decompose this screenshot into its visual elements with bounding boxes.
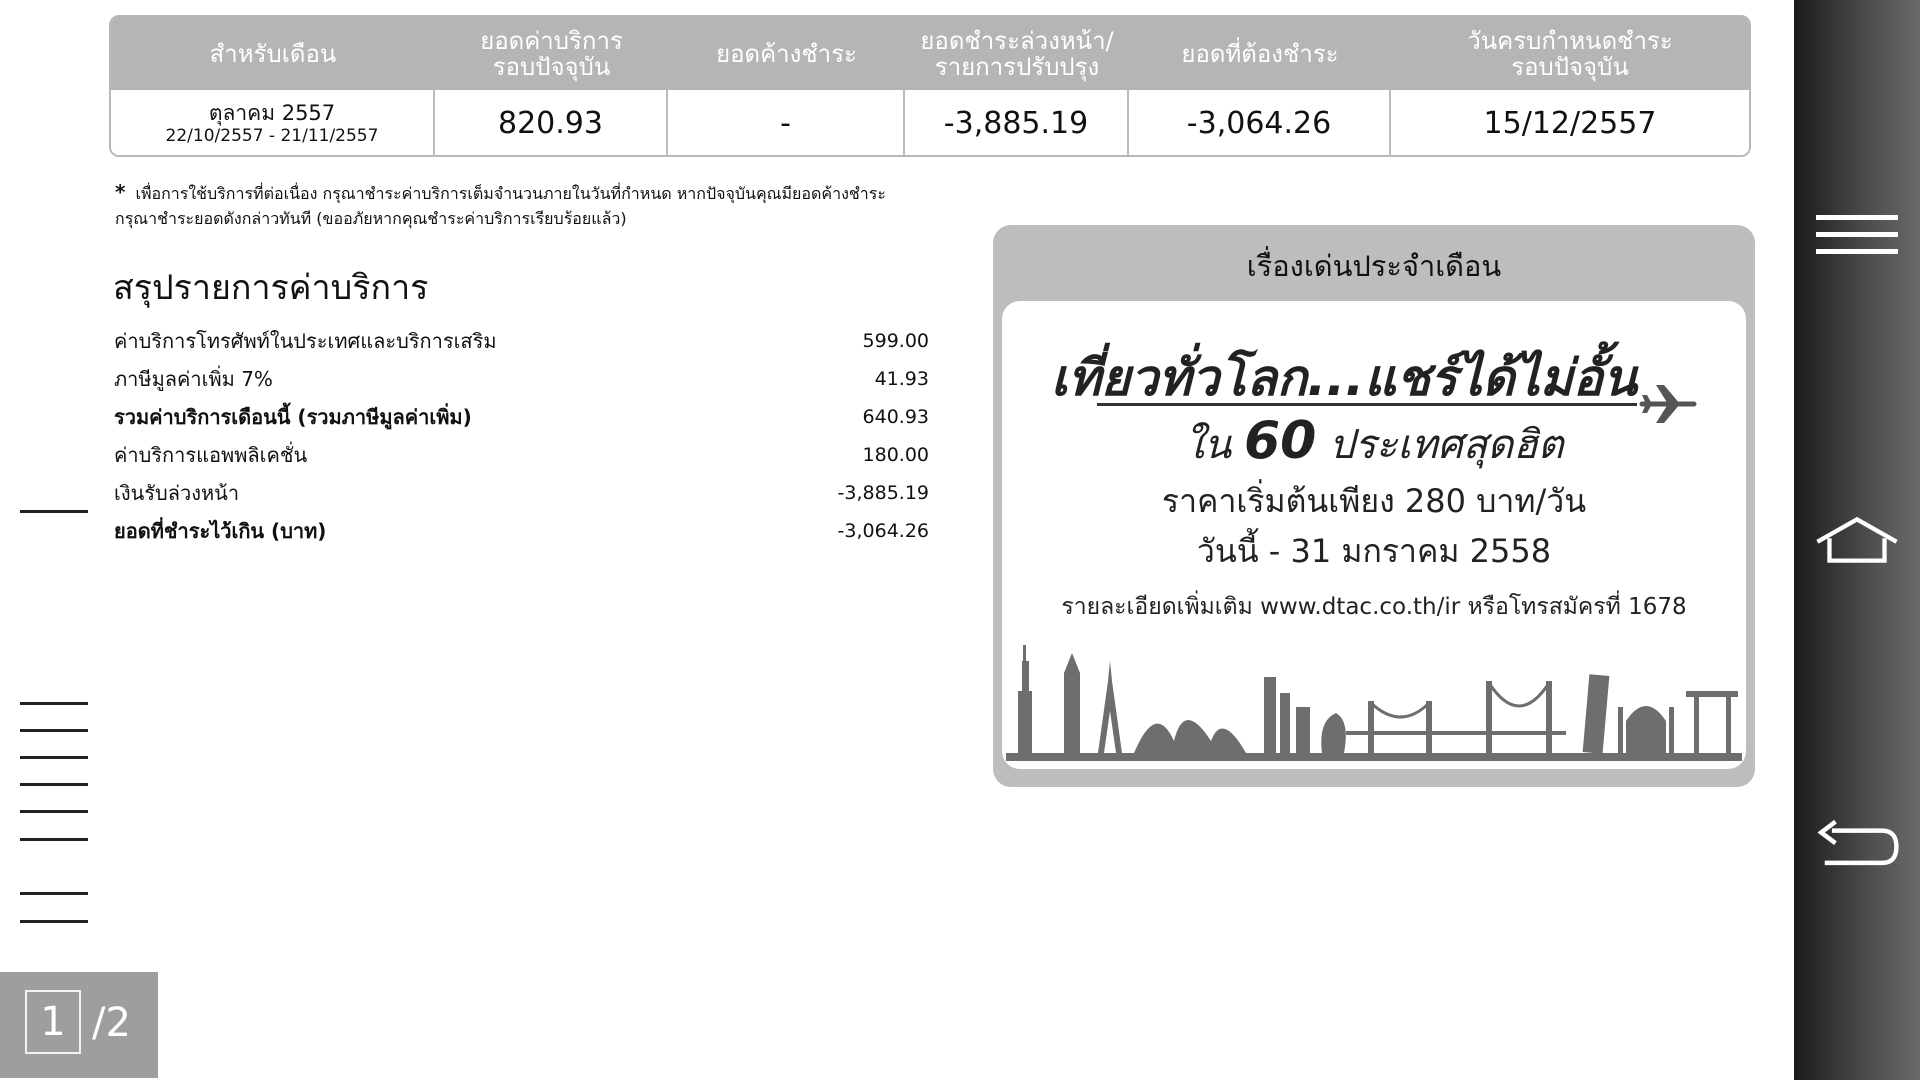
- page-marker: [20, 838, 88, 841]
- total-pages: /2: [92, 1000, 131, 1046]
- summary-label: ยอดที่ชำระไว้เกิน (บาท): [114, 519, 327, 543]
- summary-row-prepaid: เงินรับล่วงหน้า -3,885.19: [114, 474, 929, 512]
- billing-range: 22/10/2557 - 21/11/2557: [165, 125, 379, 146]
- page-marker: [20, 892, 88, 895]
- billing-period-cell: ตุลาคม 2557 22/10/2557 - 21/11/2557: [111, 90, 435, 155]
- header-outstanding: ยอดค้างชำระ: [716, 39, 857, 68]
- summary-title: สรุปรายการค่าบริการ: [113, 268, 429, 308]
- summary-value: -3,064.26: [837, 520, 929, 542]
- page-marker: [20, 783, 88, 786]
- due-date-value: 15/12/2557: [1483, 106, 1657, 141]
- summary-value: 180.00: [862, 444, 929, 466]
- prepaid-adjustment-value: -3,885.19: [905, 90, 1129, 155]
- current-page[interactable]: 1: [25, 990, 81, 1054]
- header-prepaid-adjustment: ยอดชำระล่วงหน้า/ รายการปรับปรุง: [920, 26, 1114, 81]
- page-indicator[interactable]: 1 /2: [0, 972, 158, 1078]
- promo-headline: เที่ยวทั่วโลก...แชร์ได้ไม่อั้น: [1050, 349, 1638, 407]
- summary-label: ค่าบริการแอพพลิเคชั่น: [114, 443, 308, 467]
- monthly-highlight-panel: เรื่องเด่นประจำเดือน เที่ยวทั่วโลก...แชร…: [993, 225, 1755, 787]
- summary-label: ภาษีมูลค่าเพิ่ม 7%: [114, 367, 273, 391]
- summary-row-month-total: รวมค่าบริการเดือนนี้ (รวมภาษีมูลค่าเพิ่ม…: [114, 398, 929, 436]
- menu-button[interactable]: [1814, 200, 1900, 270]
- page-marker: [20, 729, 88, 732]
- header-billing-month: สำหรับเดือน: [209, 39, 337, 68]
- charges-summary-list: ค่าบริการโทรศัพท์ในประเทศและบริการเสริม …: [114, 322, 929, 550]
- page-marker: [20, 510, 88, 513]
- summary-row-overpaid: ยอดที่ชำระไว้เกิน (บาท) -3,064.26: [114, 512, 929, 550]
- summary-value: 640.93: [862, 406, 929, 428]
- header-current-charge: ยอดค่าบริการ รอบปัจจุบัน: [480, 26, 623, 81]
- highlight-title: เรื่องเด่นประจำเดือน: [1246, 249, 1502, 283]
- summary-row-application: ค่าบริการแอพพลิเคชั่น 180.00: [114, 436, 929, 474]
- bill-table-row: ตุลาคม 2557 22/10/2557 - 21/11/2557 820.…: [111, 90, 1749, 155]
- page-marker: [20, 702, 88, 705]
- page-marker: [20, 920, 88, 923]
- page-marker: [20, 810, 88, 813]
- billing-month: ตุลาคม 2557: [208, 100, 336, 125]
- home-icon: [1816, 516, 1898, 563]
- navigation-bar: [1794, 0, 1920, 1080]
- home-button[interactable]: [1814, 505, 1900, 575]
- world-skyline-illustration: [1006, 645, 1742, 761]
- menu-icon: [1816, 215, 1898, 254]
- footnote-text-2: กรุณาชำระยอดดังกล่าวทันที (ขออภัยหากคุณช…: [115, 209, 627, 228]
- promo-subheadline: ใน 60 ประเทศสุดฮิต: [1002, 411, 1746, 476]
- header-due-date: วันครบกำหนดชำระ รอบปัจจุบัน: [1467, 26, 1673, 81]
- summary-label: รวมค่าบริการเดือนนี้ (รวมภาษีมูลค่าเพิ่ม…: [114, 405, 472, 429]
- promo-price: ราคาเริ่มต้นเพียง 280 บาท/วัน: [1161, 482, 1587, 520]
- summary-label: ค่าบริการโทรศัพท์ในประเทศและบริการเสริม: [114, 329, 497, 353]
- current-charge-value: 820.93: [435, 90, 668, 155]
- summary-value: -3,885.19: [837, 482, 929, 504]
- payment-footnote: * เพื่อการใช้บริการที่ต่อเนื่อง กรุณาชำระ…: [115, 178, 995, 233]
- promo-sub-suffix: ประเทศสุดฮิต: [1329, 422, 1564, 468]
- bill-table-header: สำหรับเดือน ยอดค่าบริการ รอบปัจจุบัน ยอด…: [111, 17, 1749, 90]
- promo-date: วันนี้ - 31 มกราคม 2558: [1196, 532, 1552, 570]
- promo-banner[interactable]: เที่ยวทั่วโลก...แชร์ได้ไม่อั้น ใน 60 ประ…: [1002, 301, 1746, 769]
- page-marker: [20, 756, 88, 759]
- summary-value: 599.00: [862, 330, 929, 352]
- summary-row-phone-charges: ค่าบริการโทรศัพท์ในประเทศและบริการเสริม …: [114, 322, 929, 360]
- summary-label: เงินรับล่วงหน้า: [114, 481, 240, 505]
- footnote-star: *: [115, 180, 126, 204]
- promo-sub-prefix: ใน: [1184, 422, 1232, 468]
- footnote-text-1: เพื่อการใช้บริการที่ต่อเนื่อง กรุณาชำระค…: [135, 184, 886, 203]
- outstanding-value: -: [668, 90, 905, 155]
- promo-country-count: 60: [1243, 411, 1317, 471]
- bill-summary-table: สำหรับเดือน ยอดค่าบริการ รอบปัจจุบัน ยอด…: [109, 15, 1751, 157]
- summary-value: 41.93: [874, 368, 929, 390]
- summary-row-vat: ภาษีมูลค่าเพิ่ม 7% 41.93: [114, 360, 929, 398]
- promo-underline: [1097, 403, 1637, 406]
- header-amount-due: ยอดที่ต้องชำระ: [1181, 39, 1339, 68]
- back-icon: [1817, 819, 1899, 866]
- amount-due-value: -3,064.26: [1129, 90, 1391, 155]
- back-button[interactable]: [1814, 810, 1900, 880]
